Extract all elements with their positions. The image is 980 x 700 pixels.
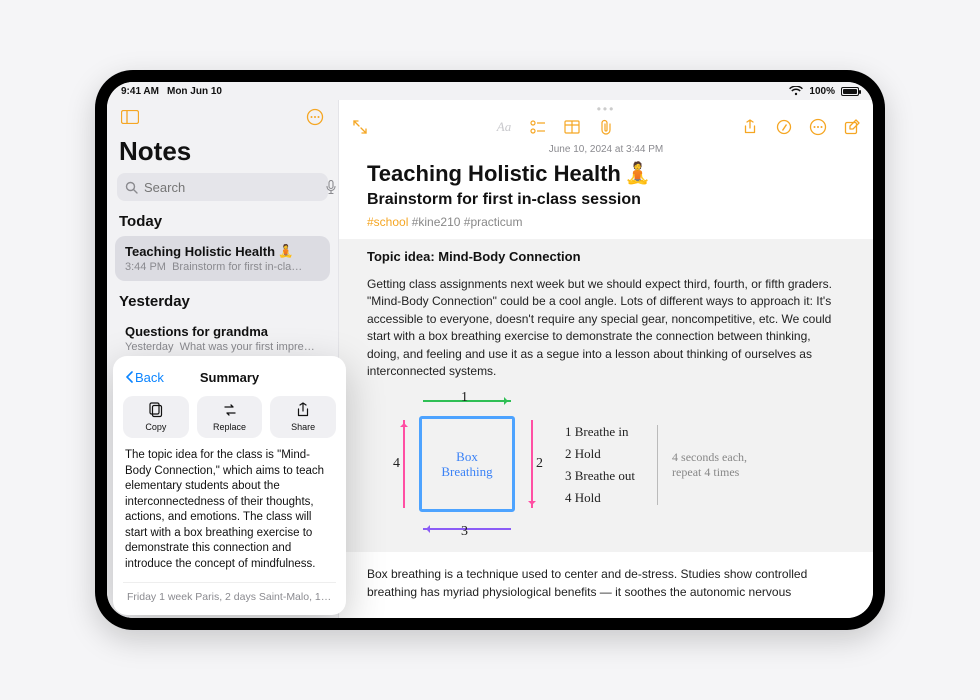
note-item-title: Questions for grandma [125,324,268,339]
step-1: 1 Breathe in [565,424,635,440]
step-3: 3 Breathe out [565,468,635,484]
tag-kine[interactable]: #kine210 [412,215,461,229]
summary-text: The topic idea for the class is "Mind-Bo… [123,448,336,572]
search-icon [125,181,138,194]
note-paragraph-1: Getting class assignments next week but … [367,276,845,380]
share-note-icon[interactable] [741,118,759,136]
battery-percent: 100% [809,86,835,97]
note-toolbar: Aa [339,112,873,142]
note-title: Teaching Holistic Health [367,161,621,187]
tag-practicum[interactable]: #practicum [464,215,523,229]
step-2: 2 Hold [565,446,635,462]
sketch-num-4: 4 [393,456,400,472]
sketch-num-2: 2 [536,456,543,472]
sidebar-title: Notes [107,134,338,173]
back-label: Back [135,370,164,385]
summary-popover: Back Summary Copy Replace [113,356,346,615]
note-item-selected[interactable]: Teaching Holistic Health 🧘 3:44 PM Brain… [115,236,330,281]
sketch-steps: 1 Breathe in 2 Hold 3 Breathe out 4 Hold [565,418,635,512]
note-editor: ••• Aa [339,100,873,618]
sidebar-toggle-icon[interactable] [117,104,143,130]
screen: 9:41 AM Mon Jun 10 100% [107,82,873,618]
format-icon[interactable]: Aa [495,118,513,136]
note-item-preview: What was your first impression… [180,341,320,353]
highlighted-section: Topic idea: Mind-Body Connection Getting… [339,239,873,552]
note-title-emoji: 🧘 [625,162,651,186]
battery-icon [841,87,859,96]
note-subtitle: Brainstorm for first in-class session [367,191,845,209]
dictate-icon[interactable] [326,180,336,194]
copy-button[interactable]: Copy [123,396,189,438]
tag-school[interactable]: #school [367,215,408,229]
note-paragraph-2: Box breathing is a technique used to cen… [367,566,845,601]
sketch-num-3: 3 [461,524,468,540]
step-4: 4 Hold [565,490,635,506]
attachment-icon[interactable] [597,118,615,136]
replace-button[interactable]: Replace [197,396,263,438]
sketch-box-label: Box Breathing [419,416,515,512]
sketch-num-1: 1 [461,390,468,406]
wifi-icon [789,86,803,96]
copy-icon [127,402,185,418]
note-item-time: 3:44 PM [125,261,166,273]
note-item-emoji: 🧘 [278,244,293,259]
note-more-icon[interactable] [809,118,827,136]
box-breathing-sketch: Box Breathing 1 2 3 4 1 Breathe in 2 Hol… [393,390,845,540]
table-icon[interactable] [563,118,581,136]
compose-icon[interactable] [843,118,861,136]
replace-label: Replace [201,422,259,432]
copy-label: Copy [127,422,185,432]
back-button[interactable]: Back [125,370,164,385]
note-item[interactable]: Questions for grandma Yesterday What was… [115,316,330,361]
popover-footer: Friday 1 week Paris, 2 days Saint-Malo, … [123,582,336,603]
search-input[interactable] [144,180,320,195]
note-item-preview: Brainstorm for first in-cla… [172,261,302,273]
sidebar: Notes Today Teaching Holistic Health 🧘 [107,100,339,618]
ipad-frame: 9:41 AM Mon Jun 10 100% [95,70,885,630]
section-today: Today [107,201,338,236]
note-item-title: Teaching Holistic Health [125,244,275,259]
note-item-time: Yesterday [125,341,174,353]
status-date: Mon Jun 10 [167,86,222,97]
section-yesterday: Yesterday [107,281,338,316]
search-field[interactable] [117,173,328,201]
more-icon[interactable] [302,104,328,130]
share-label: Share [274,422,332,432]
note-body[interactable]: Teaching Holistic Health 🧘 Brainstorm fo… [339,155,873,618]
multitask-dots-icon[interactable]: ••• [339,100,873,112]
replace-icon [201,402,259,418]
popover-title: Summary [200,370,259,385]
topic-heading: Topic idea: Mind-Body Connection [367,249,845,264]
checklist-icon[interactable] [529,118,547,136]
fullscreen-icon[interactable] [351,118,369,136]
note-tags: #school #kine210 #practicum [367,215,845,229]
share-button[interactable]: Share [270,396,336,438]
status-time: 9:41 AM [121,86,159,97]
sketch-note: 4 seconds each, repeat 4 times [657,425,747,505]
note-datestamp: June 10, 2024 at 3:44 PM [339,144,873,155]
share-icon [274,402,332,418]
status-bar: 9:41 AM Mon Jun 10 100% [107,82,873,100]
markup-icon[interactable] [775,118,793,136]
